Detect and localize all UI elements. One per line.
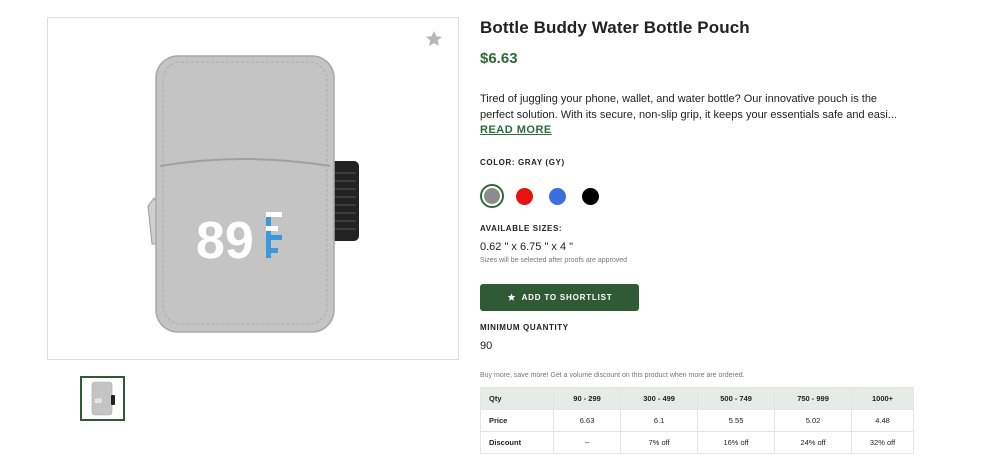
table-header-cell: 300 - 499 bbox=[620, 387, 699, 410]
table-cell: 5.55 bbox=[697, 409, 776, 432]
table-cell: 32% off bbox=[851, 431, 914, 454]
table-cell: 7% off bbox=[620, 431, 699, 454]
description-line: Tired of juggling your phone, wallet, an… bbox=[480, 93, 878, 105]
sizes-label: AVAILABLE SIZES: bbox=[480, 224, 563, 233]
table-header-row: Qty 90 - 299 300 - 499 500 - 749 750 - 9… bbox=[480, 387, 914, 410]
table-cell: -- bbox=[552, 431, 622, 454]
product-price: $6.63 bbox=[480, 50, 518, 67]
min-quantity-label: MINIMUM QUANTITY bbox=[480, 323, 569, 332]
table-header-cell: 500 - 749 bbox=[697, 387, 776, 410]
table-header-cell: Qty bbox=[480, 387, 554, 410]
table-row: Discount -- 7% off 16% off 24% off 32% o… bbox=[480, 431, 914, 454]
description-line: perfect solution. With its secure, non-s… bbox=[480, 109, 897, 121]
svg-text:89: 89 bbox=[95, 399, 102, 405]
volume-pricing-table: Qty 90 - 299 300 - 499 500 - 749 750 - 9… bbox=[480, 387, 914, 454]
table-row: Price 6.63 6.1 5.55 5.02 4.48 bbox=[480, 409, 914, 432]
product-thumbnail[interactable]: 89 bbox=[80, 376, 125, 421]
table-cell: 6.1 bbox=[620, 409, 699, 432]
table-cell: 6.63 bbox=[552, 409, 622, 432]
table-row-label: Price bbox=[480, 409, 554, 432]
table-header-cell: 750 - 999 bbox=[774, 387, 853, 410]
swatch-black[interactable] bbox=[582, 188, 599, 205]
color-swatches bbox=[480, 184, 620, 208]
color-label: COLOR: GRAY (GY) bbox=[480, 158, 565, 167]
add-to-shortlist-button[interactable]: ADD TO SHORTLIST bbox=[480, 284, 639, 311]
table-header-cell: 90 - 299 bbox=[552, 387, 622, 410]
star-icon bbox=[507, 293, 516, 302]
product-image-panel: 89 bbox=[47, 17, 459, 360]
pouch-logo-number: 89 bbox=[196, 212, 254, 270]
sizes-value: 0.62 " x 6.75 " x 4 " bbox=[480, 241, 574, 253]
table-cell: 4.48 bbox=[851, 409, 914, 432]
read-more-link[interactable]: READ MORE bbox=[480, 124, 552, 136]
table-header-cell: 1000+ bbox=[851, 387, 914, 410]
volume-discount-note: Buy more, save more! Get a volume discou… bbox=[480, 372, 745, 379]
sizes-note: Sizes will be selected after proofs are … bbox=[480, 257, 628, 264]
min-quantity-value: 90 bbox=[480, 340, 493, 352]
table-cell: 5.02 bbox=[774, 409, 853, 432]
shortlist-label: ADD TO SHORTLIST bbox=[521, 293, 613, 302]
table-cell: 16% off bbox=[697, 431, 776, 454]
product-image: 89 bbox=[144, 48, 374, 338]
product-description: Tired of juggling your phone, wallet, an… bbox=[480, 91, 912, 123]
swatch-red[interactable] bbox=[516, 188, 533, 205]
table-row-label: Discount bbox=[480, 431, 554, 454]
table-cell: 24% off bbox=[774, 431, 853, 454]
swatch-gray[interactable] bbox=[480, 184, 504, 208]
product-title: Bottle Buddy Water Bottle Pouch bbox=[480, 18, 750, 37]
favorite-star-icon[interactable] bbox=[424, 29, 444, 49]
swatch-blue[interactable] bbox=[549, 188, 566, 205]
